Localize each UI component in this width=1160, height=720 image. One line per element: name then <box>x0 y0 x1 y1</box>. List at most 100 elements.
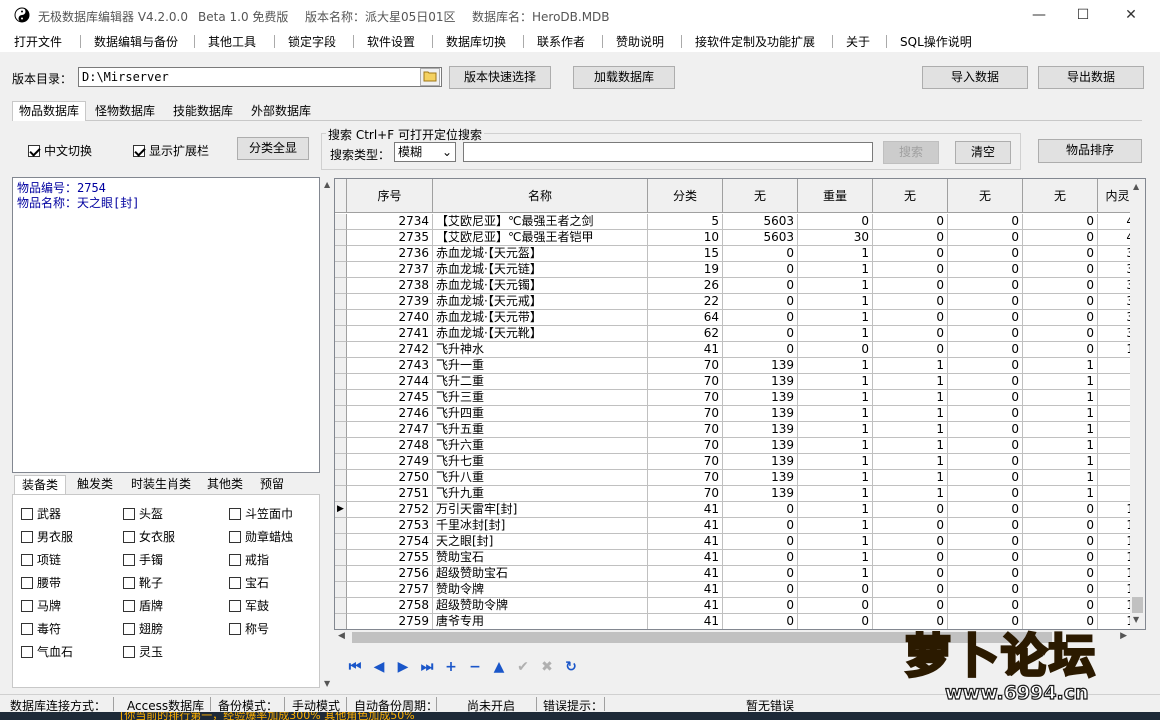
table-cell[interactable]: 0 <box>1023 342 1098 358</box>
table-row[interactable]: 2736赤血龙城·【天元盔】15010003 <box>335 246 1138 262</box>
table-cell[interactable]: 0 <box>723 262 798 278</box>
table-cell[interactable]: 2739 <box>347 294 433 310</box>
tab-monster-db[interactable]: 怪物数据库 <box>88 102 162 122</box>
table-cell[interactable]: 1 <box>1023 438 1098 454</box>
search-type-select[interactable]: 模糊 ⌄ <box>394 142 456 162</box>
table-cell[interactable]: 0 <box>723 598 798 614</box>
table-cell[interactable]: 1 <box>798 246 873 262</box>
table-cell[interactable]: 1 <box>798 470 873 486</box>
table-row[interactable]: 2741赤血龙城·【天元靴】62010003 <box>335 326 1138 342</box>
table-cell[interactable]: 1 <box>873 486 948 502</box>
table-cell[interactable]: 70 <box>648 470 723 486</box>
table-cell[interactable]: 0 <box>873 518 948 534</box>
table-cell[interactable]: 1 <box>798 326 873 342</box>
row-indicator[interactable] <box>335 534 347 550</box>
table-cell[interactable]: 0 <box>723 294 798 310</box>
table-cell[interactable]: 1 <box>798 486 873 502</box>
table-row[interactable]: 2744 飞升二重 70 139 1 1 0 1 <box>335 374 1138 390</box>
table-cell[interactable]: 1 <box>798 438 873 454</box>
insert-record-button[interactable]: + <box>440 656 462 678</box>
show-all-categories-button[interactable]: 分类全显 <box>237 137 309 160</box>
table-cell[interactable]: 飞升二重 <box>433 374 648 390</box>
table-cell[interactable]: 飞升五重 <box>433 422 648 438</box>
table-cell[interactable]: 0 <box>798 598 873 614</box>
category-checkbox[interactable]: 翅膀 <box>123 620 163 637</box>
cancel-record-button[interactable]: ✖ <box>536 656 558 678</box>
table-cell[interactable]: 22 <box>648 294 723 310</box>
table-cell[interactable]: 2751 <box>347 486 433 502</box>
table-row[interactable]: 2737赤血龙城·【天元链】19010003 <box>335 262 1138 278</box>
table-cell[interactable]: 1 <box>873 358 948 374</box>
table-row[interactable]: 2753千里冰封[封]41010001 <box>335 518 1138 534</box>
table-cell[interactable]: 10 <box>648 230 723 246</box>
table-cell[interactable]: 2734 <box>347 214 433 230</box>
table-cell[interactable]: 0 <box>948 406 1023 422</box>
first-record-button[interactable]: ⏮ <box>344 656 366 678</box>
row-indicator[interactable] <box>335 614 347 629</box>
category-checkbox[interactable]: 靴子 <box>123 574 163 591</box>
category-checkbox[interactable]: 灵玉 <box>123 643 163 660</box>
row-indicator[interactable] <box>335 230 347 246</box>
table-cell[interactable]: 飞升八重 <box>433 470 648 486</box>
menu-db-switch[interactable]: 数据库切换 <box>446 33 506 50</box>
table-cell[interactable]: 赞助宝石 <box>433 550 648 566</box>
column-header[interactable]: 无 <box>948 179 1023 213</box>
edit-record-button[interactable]: ▲ <box>488 656 510 678</box>
table-cell[interactable]: 0 <box>948 550 1023 566</box>
table-cell[interactable]: 5 <box>648 214 723 230</box>
table-cell[interactable]: 0 <box>798 342 873 358</box>
table-cell[interactable]: 41 <box>648 518 723 534</box>
table-cell[interactable]: 1 <box>1023 486 1098 502</box>
table-cell[interactable]: 0 <box>723 566 798 582</box>
table-cell[interactable]: 千里冰封[封] <box>433 518 648 534</box>
table-cell[interactable]: 2744 <box>347 374 433 390</box>
table-cell[interactable]: 0 <box>723 342 798 358</box>
table-cell[interactable]: 0 <box>1023 598 1098 614</box>
table-row[interactable]: 2742飞升神水41000001 <box>335 342 1138 358</box>
table-cell[interactable]: 2735 <box>347 230 433 246</box>
table-cell[interactable]: 139 <box>723 454 798 470</box>
category-checkbox[interactable]: 武器 <box>21 505 61 522</box>
last-record-button[interactable]: ⏭ <box>416 656 438 678</box>
table-cell[interactable]: 1 <box>798 518 873 534</box>
row-indicator[interactable] <box>335 310 347 326</box>
table-cell[interactable]: 41 <box>648 502 723 518</box>
table-cell[interactable]: 2736 <box>347 246 433 262</box>
row-indicator[interactable] <box>335 406 347 422</box>
menu-software-settings[interactable]: 软件设置 <box>367 33 415 50</box>
table-cell[interactable]: 0 <box>723 310 798 326</box>
post-record-button[interactable]: ✔ <box>512 656 534 678</box>
table-cell[interactable]: 0 <box>948 230 1023 246</box>
table-cell[interactable]: 1 <box>798 390 873 406</box>
table-cell[interactable]: 2738 <box>347 278 433 294</box>
category-checkbox[interactable]: 宝石 <box>229 574 269 591</box>
close-button[interactable]: ✕ <box>1108 0 1154 30</box>
table-cell[interactable]: 0 <box>948 214 1023 230</box>
table-cell[interactable]: 2749 <box>347 454 433 470</box>
table-cell[interactable]: 139 <box>723 358 798 374</box>
table-cell[interactable]: 15 <box>648 246 723 262</box>
table-cell[interactable]: 0 <box>873 294 948 310</box>
table-cell[interactable]: 1 <box>798 294 873 310</box>
table-cell[interactable]: 飞升四重 <box>433 406 648 422</box>
table-cell[interactable]: 2759 <box>347 614 433 629</box>
table-cell[interactable]: 0 <box>798 582 873 598</box>
table-cell[interactable]: 0 <box>948 598 1023 614</box>
table-cell[interactable]: 2737 <box>347 262 433 278</box>
table-cell[interactable]: 1 <box>873 438 948 454</box>
table-cell[interactable]: 41 <box>648 550 723 566</box>
load-database-button[interactable]: 加载数据库 <box>573 66 675 89</box>
menu-sponsor-info[interactable]: 赞助说明 <box>616 33 664 50</box>
column-header[interactable]: 名称 <box>433 179 648 213</box>
row-indicator[interactable] <box>335 358 347 374</box>
table-row[interactable]: 2739赤血龙城·【天元戒】22010003 <box>335 294 1138 310</box>
table-cell[interactable]: 飞升神水 <box>433 342 648 358</box>
table-cell[interactable]: 2745 <box>347 390 433 406</box>
table-row[interactable]: ▶2752万引天雷牢[封]41010001 <box>335 502 1138 518</box>
row-indicator[interactable] <box>335 550 347 566</box>
table-cell[interactable]: 0 <box>723 326 798 342</box>
category-checkbox[interactable]: 男衣服 <box>21 528 73 545</box>
table-cell[interactable]: 139 <box>723 470 798 486</box>
minimize-button[interactable]: — <box>1016 0 1062 30</box>
table-cell[interactable]: 0 <box>1023 230 1098 246</box>
